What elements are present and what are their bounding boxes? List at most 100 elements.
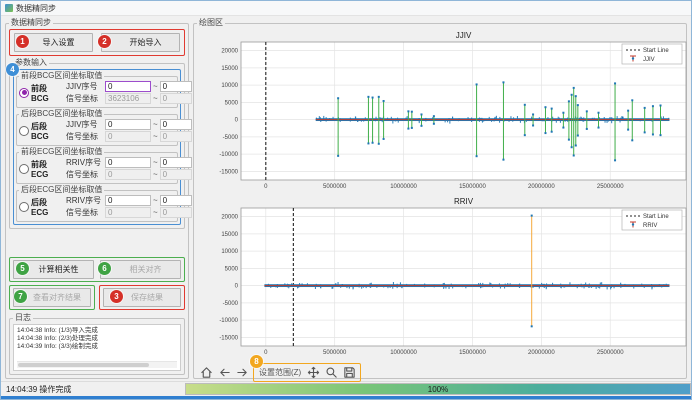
section-front-bcg: 前段BCG区间坐标取值 前段BCG JJIV序号 ~ xyxy=(16,72,178,108)
title-bar: 数据精同步 xyxy=(1,1,691,16)
svg-text:Start Line: Start Line xyxy=(643,48,669,54)
jjiv-index-start-input[interactable] xyxy=(105,119,151,130)
import-buttons-annotation-box: 1 导入设置 2 开始导入 xyxy=(9,29,185,56)
jjiv-chart[interactable]: -15000-10000-500005000100001500020000050… xyxy=(197,29,692,195)
progress-bar: 100% xyxy=(185,383,691,395)
back-arrow-icon[interactable] xyxy=(217,365,232,380)
svg-text:0: 0 xyxy=(235,284,239,290)
annotation-badge-1: 1 xyxy=(16,35,29,48)
zoom-icon[interactable] xyxy=(324,365,339,380)
main-area: 数据精同步 1 导入设置 2 开始导入 参数输入 4 前段BCG区间坐标取值 xyxy=(1,16,691,381)
correlation-buttons-annotation-box: 5 计算相关性 6 相关对齐 xyxy=(9,257,185,282)
jjiv-index-label: JJIV序号 xyxy=(66,81,103,92)
svg-text:20000000: 20000000 xyxy=(528,184,555,190)
progress-label: 100% xyxy=(428,385,448,394)
svg-text:RRIV: RRIV xyxy=(643,223,657,229)
rear-ecg-radio[interactable] xyxy=(19,202,29,212)
rriv-index-end-input[interactable] xyxy=(160,195,192,206)
section-front-ecg-title: 前段ECG区间坐标取值 xyxy=(19,148,104,156)
svg-text:15000: 15000 xyxy=(221,66,238,72)
signal-coord-label: 信号坐标 xyxy=(66,169,103,180)
svg-text:5000: 5000 xyxy=(225,100,239,106)
section-rear-bcg: 后段BCG区间坐标取值 后段BCG JJIV序号 ~ xyxy=(16,110,178,146)
svg-text:25000000: 25000000 xyxy=(597,350,624,356)
signal-coord-end-input xyxy=(160,93,192,104)
signal-coord-label: 信号坐标 xyxy=(66,93,103,104)
correlation-align-button[interactable]: 相关对齐 xyxy=(100,260,181,279)
rear-bcg-radio[interactable] xyxy=(19,126,29,136)
forward-arrow-icon[interactable] xyxy=(235,365,250,380)
log-list[interactable]: 14:04:38 Info: (1/3)导入完成 14:04:38 Info: … xyxy=(13,324,181,371)
view-result-annotation-box: 7 查看对齐结果 xyxy=(9,285,95,310)
jjiv-index-start-input[interactable] xyxy=(105,81,151,92)
log-horizontal-scrollbar[interactable] xyxy=(17,361,177,368)
sync-groupbox: 数据精同步 1 导入设置 2 开始导入 参数输入 4 前段BCG区间坐标取值 xyxy=(5,19,189,379)
svg-text:-15000: -15000 xyxy=(219,169,238,175)
log-groupbox-title: 日志 xyxy=(13,314,33,322)
save-figure-icon[interactable] xyxy=(342,365,357,380)
svg-text:15000000: 15000000 xyxy=(459,350,486,356)
window-bottom-edge xyxy=(1,396,691,399)
signal-coord-start-input xyxy=(105,207,151,218)
section-rear-ecg: 后段ECG区间坐标取值 后段ECG RRIV序号 ~ xyxy=(16,186,178,222)
svg-text:-10000: -10000 xyxy=(219,318,238,324)
start-import-button[interactable]: 开始导入 xyxy=(101,33,180,52)
svg-text:10000000: 10000000 xyxy=(390,350,417,356)
svg-text:15000: 15000 xyxy=(221,232,238,238)
rriv-chart[interactable]: -15000-10000-500005000100001500020000050… xyxy=(197,195,692,361)
signal-coord-end-input xyxy=(160,169,192,180)
svg-text:10000: 10000 xyxy=(221,249,238,255)
jjiv-index-end-input[interactable] xyxy=(160,119,192,130)
svg-text:20000: 20000 xyxy=(221,215,238,221)
front-ecg-radio[interactable] xyxy=(19,164,29,174)
svg-text:10000000: 10000000 xyxy=(390,184,417,190)
svg-text:25000000: 25000000 xyxy=(597,184,624,190)
svg-text:5000000: 5000000 xyxy=(323,350,347,356)
signal-coord-label: 信号坐标 xyxy=(66,131,103,142)
svg-text:Start Line: Start Line xyxy=(643,214,669,220)
pan-icon[interactable] xyxy=(306,365,321,380)
annotation-badge-3: 3 xyxy=(110,290,123,303)
svg-text:-5000: -5000 xyxy=(223,301,239,307)
annotation-badge-8: 8 xyxy=(250,355,263,368)
rear-bcg-radio-label: 后段BCG xyxy=(31,121,64,141)
svg-text:JJIV: JJIV xyxy=(643,57,655,63)
sync-groupbox-title: 数据精同步 xyxy=(9,19,53,27)
front-bcg-radio[interactable] xyxy=(19,88,29,98)
rriv-index-start-input[interactable] xyxy=(105,195,151,206)
app-window: 数据精同步 数据精同步 1 导入设置 2 开始导入 参数输入 4 前段BCG区间… xyxy=(0,0,692,400)
signal-coord-start-input xyxy=(105,169,151,180)
rriv-index-start-input[interactable] xyxy=(105,157,151,168)
scrollbar-thumb[interactable] xyxy=(18,363,149,367)
app-icon xyxy=(5,4,13,12)
svg-text:RRIV: RRIV xyxy=(454,197,474,206)
tilde-separator: ~ xyxy=(153,170,158,179)
signal-coord-start-input xyxy=(105,93,151,104)
rriv-index-end-input[interactable] xyxy=(160,157,192,168)
front-bcg-radio-label: 前段BCG xyxy=(31,83,64,103)
log-line: 14:04:39 Info: (3/3)绘制完成 xyxy=(17,343,177,351)
save-result-annotation-box: 3 保存结果 xyxy=(99,285,185,310)
jjiv-index-end-input[interactable] xyxy=(160,81,192,92)
window-title: 数据精同步 xyxy=(16,3,56,14)
plot-area-title: 绘图区 xyxy=(197,19,225,27)
svg-text:10000: 10000 xyxy=(221,83,238,89)
tilde-separator: ~ xyxy=(153,94,158,103)
plot-toolbar: 8 设置范围(Z) xyxy=(197,362,683,383)
status-bar: 14:04:39 操作完成 100% xyxy=(1,381,691,396)
annotation-badge-2: 2 xyxy=(98,35,111,48)
home-icon[interactable] xyxy=(199,365,214,380)
tilde-separator: ~ xyxy=(153,132,158,141)
svg-text:20000000: 20000000 xyxy=(528,350,555,356)
svg-text:20000: 20000 xyxy=(221,49,238,55)
svg-text:5000: 5000 xyxy=(225,266,239,272)
section-front-ecg: 前段ECG区间坐标取值 前段ECG RRIV序号 ~ xyxy=(16,148,178,184)
section-rear-ecg-title: 后段ECG区间坐标取值 xyxy=(19,186,104,194)
section-front-bcg-title: 前段BCG区间坐标取值 xyxy=(19,72,104,80)
svg-text:5000000: 5000000 xyxy=(323,184,347,190)
set-range-button[interactable]: 设置范围(Z) xyxy=(257,367,303,378)
annotation-badge-7: 7 xyxy=(14,290,27,303)
annotation-badge-5: 5 xyxy=(16,262,29,275)
jjiv-index-label: JJIV序号 xyxy=(66,119,103,130)
annotation-badge-4: 4 xyxy=(6,63,19,76)
